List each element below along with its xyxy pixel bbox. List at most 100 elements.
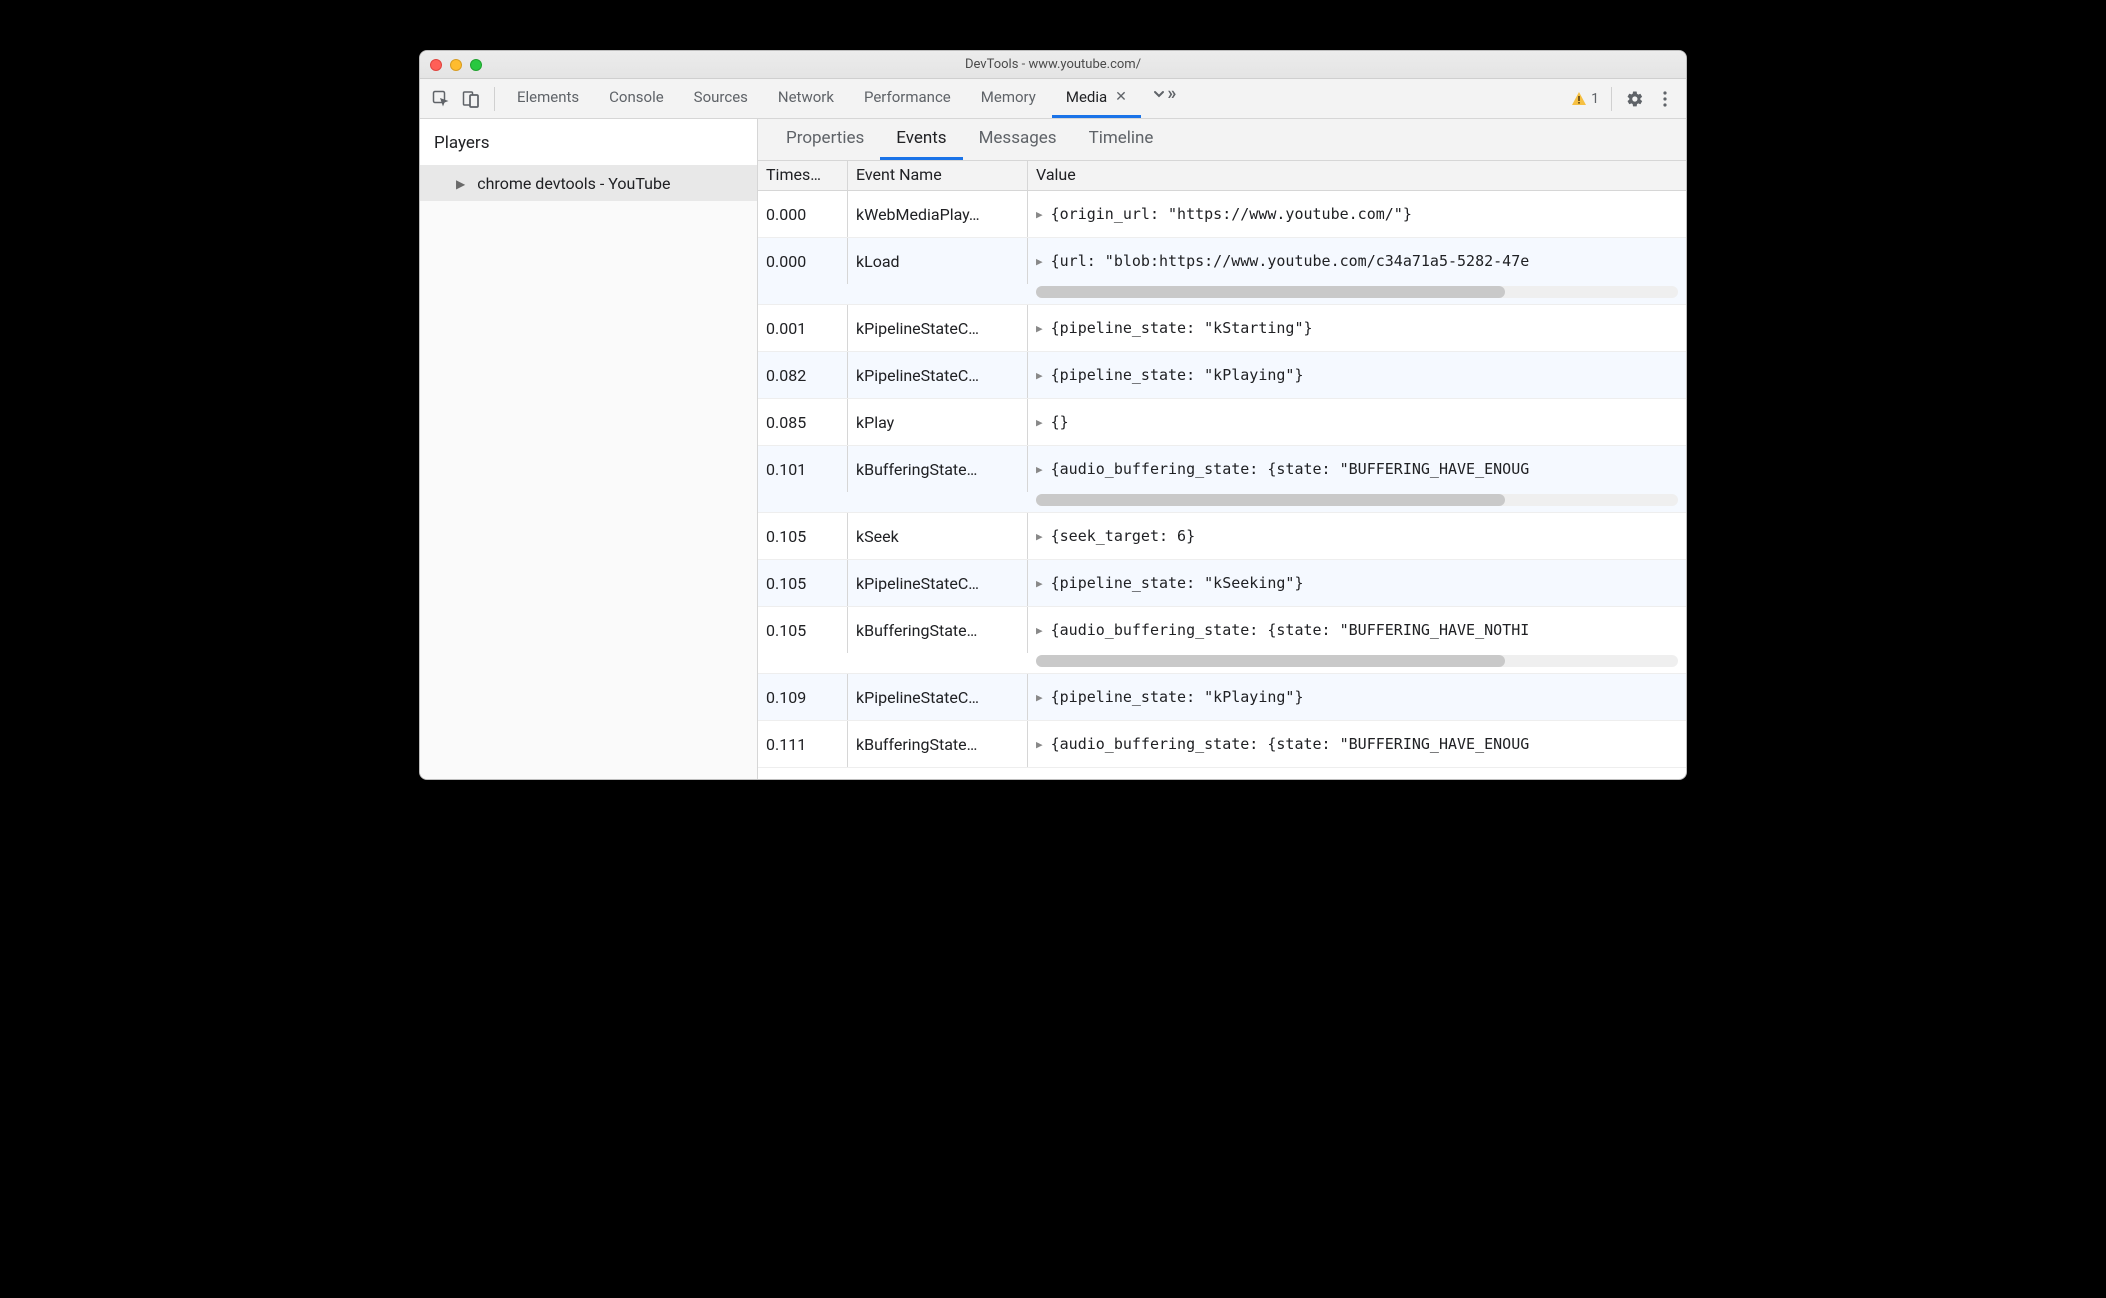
cell-timestamp: 0.105 — [758, 513, 848, 559]
minimize-window-button[interactable] — [450, 59, 462, 71]
subtab-events[interactable]: Events — [880, 119, 962, 160]
table-row[interactable]: 0.000kWebMediaPlay…▶{origin_url: "https:… — [758, 191, 1686, 238]
table-row[interactable]: 0.105kPipelineStateC…▶{pipeline_state: "… — [758, 560, 1686, 607]
subtab-label: Messages — [979, 128, 1057, 148]
cell-timestamp: 0.101 — [758, 446, 848, 492]
cell-event-name: kSeek — [848, 513, 1028, 559]
col-event-name[interactable]: Event Name — [848, 161, 1028, 190]
cell-event-name: kPipelineStateC… — [848, 560, 1028, 606]
tab-label: Network — [778, 88, 834, 106]
warning-icon — [1571, 91, 1587, 107]
value-text: {pipeline_state: "kPlaying"} — [1051, 688, 1304, 706]
cell-event-name: kWebMediaPlay… — [848, 191, 1028, 237]
value-text: {audio_buffering_state: {state: "BUFFERI… — [1051, 621, 1530, 639]
subtab-messages[interactable]: Messages — [963, 119, 1073, 160]
value-expander[interactable]: ▶ {pipeline_state: "kPlaying"} — [1028, 674, 1686, 720]
cell-timestamp: 0.000 — [758, 191, 848, 237]
window-title: DevTools - www.youtube.com/ — [420, 57, 1686, 72]
warning-count: 1 — [1591, 91, 1599, 107]
cell-value: ▶{seek_target: 6} — [1028, 513, 1686, 559]
value-expander[interactable]: ▶{audio_buffering_state: {state: "BUFFER… — [1028, 721, 1686, 767]
horizontal-scrollbar[interactable] — [1036, 286, 1678, 298]
value-expander[interactable]: ▶{pipeline_state: "kStarting"} — [1028, 305, 1686, 351]
media-subtabs: Properties Events Messages Timeline — [758, 119, 1686, 161]
table-row[interactable]: 0.001kPipelineStateC…▶{pipeline_state: "… — [758, 305, 1686, 352]
table-row[interactable]: 0.109kPipelineStateC… ▶ {pipeline_state: "… — [758, 674, 1686, 721]
cell-timestamp: 0.000 — [758, 238, 848, 284]
window-controls — [420, 59, 482, 71]
events-table: Times… Event Name Value 0.000kWebMediaPl… — [758, 161, 1686, 779]
value-text: {origin_url: "https://www.youtube.com/"} — [1051, 205, 1412, 223]
zoom-window-button[interactable] — [470, 59, 482, 71]
table-row[interactable]: 0.085kPlay▶{} — [758, 399, 1686, 446]
cell-value: ▶{pipeline_state: "kStarting"} — [1028, 305, 1686, 351]
table-row[interactable]: 0.101kBufferingState…▶{audio_buffering_s… — [758, 446, 1686, 513]
close-window-button[interactable] — [430, 59, 442, 71]
subtab-timeline[interactable]: Timeline — [1073, 119, 1170, 160]
cell-timestamp: 0.111 — [758, 721, 848, 767]
close-icon[interactable]: ✕ — [1113, 89, 1127, 105]
disclosure-triangle-icon: ▶ — [1036, 322, 1043, 335]
more-options-icon[interactable] — [1650, 84, 1680, 114]
player-item[interactable]: ▶ chrome devtools - YouTube — [420, 166, 757, 201]
warnings-badge[interactable]: 1 — [1571, 91, 1599, 107]
more-tabs-icon[interactable]: » — [1149, 79, 1179, 109]
value-expander[interactable]: ▶{} — [1028, 399, 1686, 445]
tab-label: Performance — [864, 88, 951, 106]
table-row[interactable]: 0.105kBufferingState…▶{audio_buffering_s… — [758, 607, 1686, 674]
tab-sources[interactable]: Sources — [680, 79, 762, 118]
value-expander[interactable]: ▶{pipeline_state: "kSeeking"} — [1028, 560, 1686, 606]
table-row[interactable]: 0.111kBufferingState…▶{audio_buffering_s… — [758, 721, 1686, 768]
disclosure-triangle-icon: ▶ — [1036, 530, 1043, 543]
horizontal-scrollbar[interactable] — [1036, 655, 1678, 667]
disclosure-triangle-icon: ▶ — [1036, 738, 1043, 751]
disclosure-triangle-icon: ▶ — [1036, 691, 1043, 704]
tab-elements[interactable]: Elements — [503, 79, 593, 118]
cell-event-name: kBufferingState… — [848, 607, 1028, 653]
devtools-window: DevTools - www.youtube.com/ Elements Con… — [419, 50, 1687, 780]
col-value[interactable]: Value — [1028, 161, 1686, 190]
table-header: Times… Event Name Value — [758, 161, 1686, 191]
value-text: {} — [1051, 413, 1069, 431]
inspect-element-icon[interactable] — [426, 84, 456, 114]
horizontal-scrollbar[interactable] — [1036, 494, 1678, 506]
devtools-toolbar: Elements Console Sources Network Perform… — [420, 79, 1686, 119]
cell-value: ▶{} — [1028, 399, 1686, 445]
cell-event-name: kPipelineStateC… — [848, 352, 1028, 398]
table-row[interactable]: 0.000kLoad▶{url: "blob:https://www.youtu… — [758, 238, 1686, 305]
cell-timestamp: 0.109 — [758, 674, 848, 720]
tab-label: Console — [609, 88, 664, 106]
subtab-properties[interactable]: Properties — [770, 119, 880, 160]
tab-console[interactable]: Console — [595, 79, 678, 118]
device-toolbar-icon[interactable] — [456, 84, 486, 114]
value-expander[interactable]: ▶{seek_target: 6} — [1028, 513, 1686, 559]
cell-value: ▶{url: "blob:https://www.youtube.com/c34… — [1028, 238, 1686, 304]
cell-timestamp: 0.085 — [758, 399, 848, 445]
cell-timestamp: 0.082 — [758, 352, 848, 398]
disclosure-triangle-icon: ▶ — [456, 177, 465, 191]
disclosure-triangle-icon: ▶ — [1036, 369, 1043, 382]
value-expander[interactable]: ▶{origin_url: "https://www.youtube.com/"… — [1028, 191, 1686, 237]
cell-event-name: kPipelineStateC… — [848, 674, 1028, 720]
value-expander[interactable]: ▶{audio_buffering_state: {state: "BUFFER… — [1028, 446, 1686, 492]
tab-media[interactable]: Media ✕ — [1052, 79, 1141, 118]
value-expander[interactable]: ▶{pipeline_state: "kPlaying"} — [1028, 352, 1686, 398]
col-timestamp[interactable]: Times… — [758, 161, 848, 190]
tab-label: Media — [1066, 88, 1107, 106]
tab-network[interactable]: Network — [764, 79, 848, 118]
tab-performance[interactable]: Performance — [850, 79, 965, 118]
cell-event-name: kPlay — [848, 399, 1028, 445]
tab-memory[interactable]: Memory — [967, 79, 1050, 118]
cell-value: ▶{pipeline_state: "kSeeking"} — [1028, 560, 1686, 606]
cell-event-name: kLoad — [848, 238, 1028, 284]
cell-timestamp: 0.001 — [758, 305, 848, 351]
value-expander[interactable]: ▶{audio_buffering_state: {state: "BUFFER… — [1028, 607, 1686, 653]
table-body[interactable]: 0.000kWebMediaPlay…▶{origin_url: "https:… — [758, 191, 1686, 779]
table-row[interactable]: 0.082kPipelineStateC…▶{pipeline_state: "… — [758, 352, 1686, 399]
cell-value: ▶{origin_url: "https://www.youtube.com/"… — [1028, 191, 1686, 237]
disclosure-triangle-icon: ▶ — [1036, 463, 1043, 476]
settings-icon[interactable] — [1620, 84, 1650, 114]
value-expander[interactable]: ▶{url: "blob:https://www.youtube.com/c34… — [1028, 238, 1686, 284]
cell-value: ▶{audio_buffering_state: {state: "BUFFER… — [1028, 607, 1686, 673]
table-row[interactable]: 0.105kSeek▶{seek_target: 6} — [758, 513, 1686, 560]
